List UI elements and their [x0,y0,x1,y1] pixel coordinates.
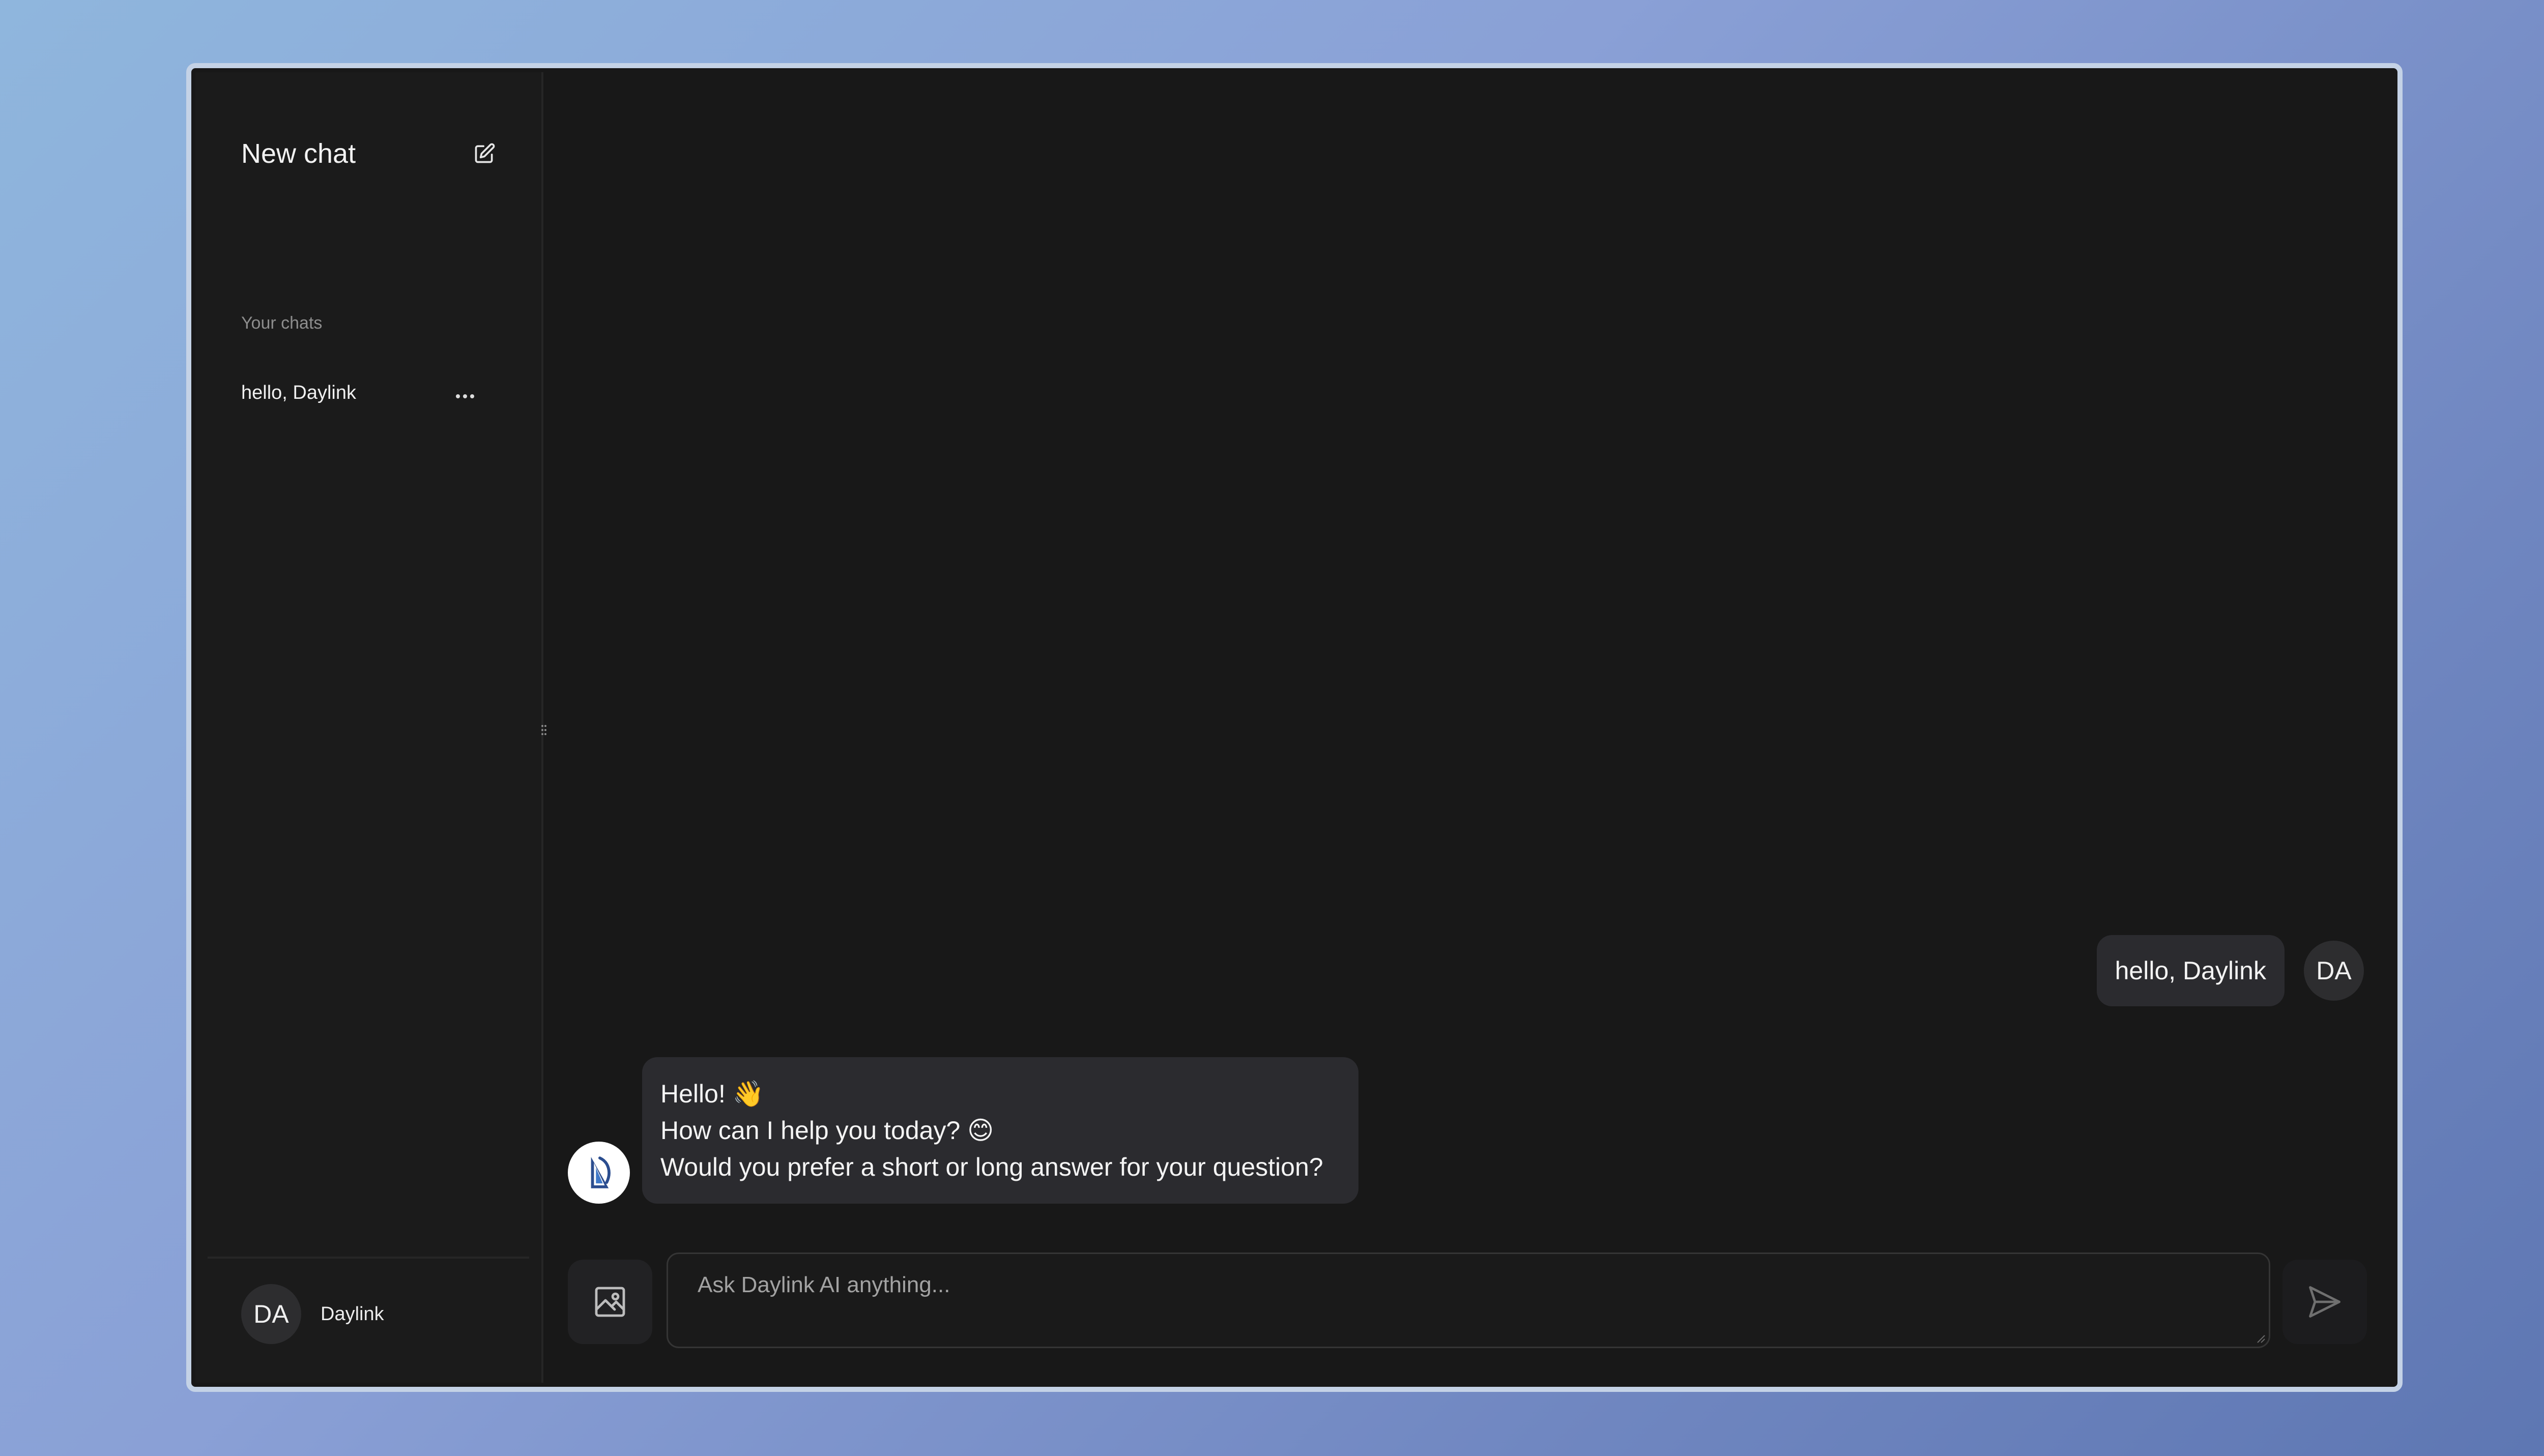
assistant-message-bubble: Hello! 👋 How can I help you today? 😊 Wou… [642,1057,1358,1204]
chat-main: hello, Daylink DA Hello! 👋 How can I hel… [543,72,2393,1383]
sidebar-header: New chat [241,128,501,179]
chat-item-label: hello, Daylink [241,382,356,403]
send-icon[interactable] [2282,1260,2367,1344]
your-chats-label: Your chats [241,313,323,333]
user-name: Daylink [321,1303,384,1325]
image-icon[interactable] [568,1260,652,1344]
app-window: New chat Your chats hello, Daylink DA Da… [186,63,2403,1392]
user-message-bubble: hello, Daylink [2096,935,2285,1006]
chat-list-item[interactable]: hello, Daylink [241,372,475,413]
user-profile[interactable]: DA Daylink [241,1284,384,1344]
assistant-line-question: Would you prefer a short or long answer … [660,1153,1323,1181]
message-input-box[interactable] [667,1253,2270,1348]
avatar: DA [2304,941,2364,1001]
sidebar: New chat Your chats hello, Daylink DA Da… [195,72,543,1383]
user-message: hello, Daylink DA [2096,935,2364,1006]
daylink-logo [568,1142,630,1204]
sidebar-footer: DA Daylink [208,1257,529,1383]
composer [568,1253,2369,1352]
assistant-line-greeting: Hello! 👋 [660,1080,764,1108]
new-chat-title[interactable]: New chat [241,138,356,169]
edit-icon[interactable] [468,137,501,170]
assistant-line-help: How can I help you today? 😊 [660,1116,994,1145]
more-horizontal-icon[interactable] [455,383,475,403]
resize-corner-icon[interactable] [2253,1331,2266,1344]
avatar: DA [241,1284,301,1344]
assistant-message: Hello! 👋 How can I help you today? 😊 Wou… [568,1057,1358,1204]
message-input[interactable] [668,1254,2269,1347]
